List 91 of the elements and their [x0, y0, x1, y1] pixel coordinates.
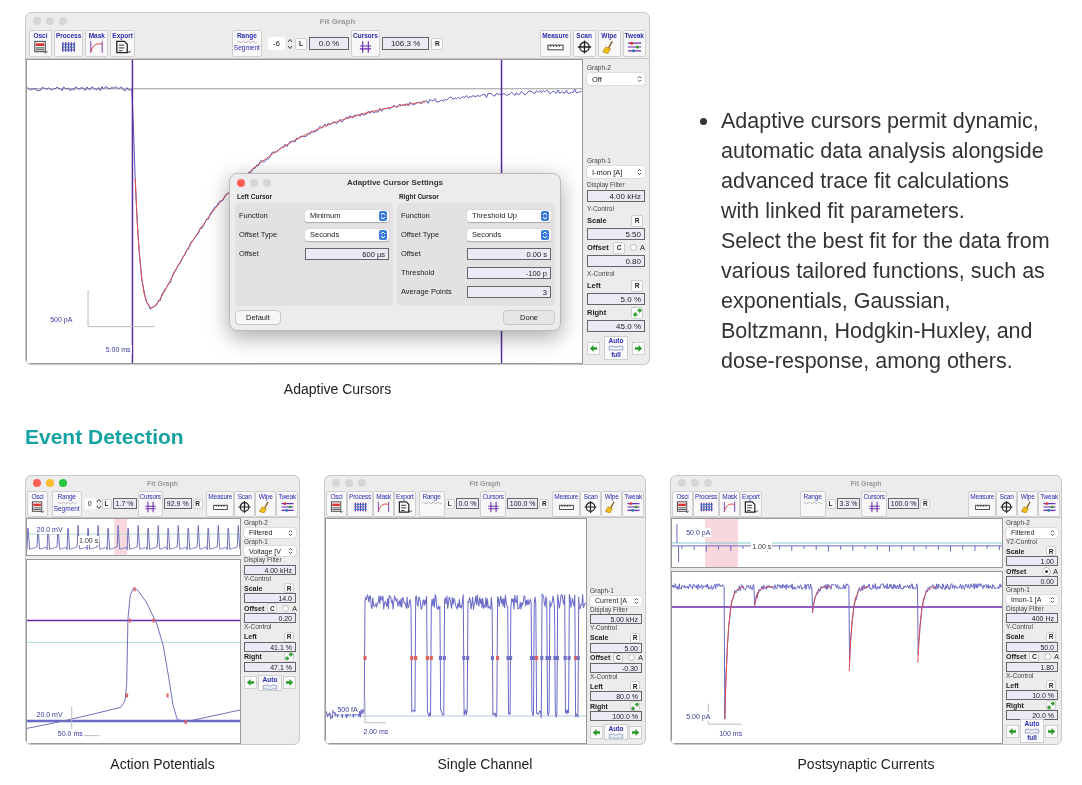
next-button[interactable]: [629, 725, 642, 739]
link-icon: [285, 652, 293, 661]
next-button[interactable]: [283, 676, 296, 689]
link-icon: [1047, 700, 1055, 710]
dialog-title: Adaptive Cursor Settings: [347, 178, 443, 187]
stepper-field[interactable]: -6: [267, 37, 285, 50]
grid-icon: [60, 40, 78, 54]
scale-bar: [364, 697, 387, 724]
fit-curve: [811, 586, 832, 614]
chevron-icon: [288, 547, 293, 555]
oscilloscope-icon: [328, 500, 345, 513]
arrow-left-icon: [589, 343, 598, 353]
value-field[interactable]: 45.0 %: [587, 320, 645, 332]
window-title: Fit Graph: [319, 16, 356, 26]
radio-button[interactable]: [630, 244, 637, 251]
section-heading: Event Detection: [25, 424, 185, 450]
crosshair-icon: [575, 40, 593, 54]
arrow-left-icon: [246, 678, 255, 687]
bullet-icon: [700, 118, 707, 125]
chevron-icon: [541, 210, 549, 221]
arrow-right-icon: [285, 678, 294, 687]
link-icon: [632, 308, 642, 317]
chevron-icon: [634, 596, 639, 605]
event-marker: [496, 655, 500, 660]
arrow-right-icon: [631, 727, 640, 737]
previous-button[interactable]: [1006, 724, 1019, 738]
cursor-line[interactable]: [131, 60, 134, 363]
previous-button[interactable]: [244, 676, 257, 689]
description-text: Select the best fit for the data from various tailored functions, such as exponentials, Gaussian, Boltzmann, Hodgkin-Huxley, and dose-response, among others.: [721, 228, 1050, 375]
next-button[interactable]: [1045, 724, 1058, 738]
value-field[interactable]: 5.0 %: [587, 293, 645, 305]
link-button[interactable]: [631, 306, 643, 319]
chevron-icon: [541, 229, 549, 240]
window-control[interactable]: [46, 479, 54, 487]
value-field[interactable]: 106.3 %: [381, 37, 430, 50]
value-field[interactable]: 5.50: [587, 228, 645, 240]
arrow-left-icon: [592, 727, 601, 737]
figure-caption: Single Channel: [437, 756, 533, 772]
link-icon: [631, 701, 639, 711]
scale-bar: [87, 289, 156, 328]
figure-caption: Postsynaptic Currents: [797, 756, 935, 772]
chevron-icon: [288, 528, 293, 537]
chevron-icon: [637, 168, 642, 176]
book-icon: [261, 683, 279, 690]
next-button[interactable]: [632, 341, 645, 355]
window-control[interactable]: [59, 479, 67, 487]
figure-caption: Adaptive Cursors: [283, 381, 392, 397]
event-marker: [363, 655, 367, 660]
event-marker: [490, 655, 494, 660]
book-icon: [1023, 728, 1041, 734]
radio-button[interactable]: [282, 604, 290, 612]
description-text: Adaptive cursors permit dynamic, automatic data analysis alongside advanced trace fit calculations with linked fit parameters.: [721, 108, 1045, 225]
document-icon: [742, 500, 760, 513]
document-icon: [114, 40, 132, 54]
wave-icon: [801, 500, 824, 505]
radio-button[interactable]: [628, 654, 636, 661]
value-field[interactable]: 4.00 kHz: [587, 190, 645, 202]
previous-button[interactable]: [587, 341, 600, 355]
figure-caption: Action Potentials: [110, 756, 215, 772]
stepper-icon[interactable]: [95, 497, 102, 510]
stepper-icon[interactable]: [287, 37, 293, 50]
chevron-icon: [1050, 528, 1055, 537]
radio-button[interactable]: [1044, 653, 1052, 660]
crosshair-icon: [236, 500, 254, 513]
sliders-icon: [625, 40, 643, 54]
crosshair-icon: [582, 500, 600, 513]
chevron-icon: [379, 229, 387, 240]
fit-curve: [754, 586, 775, 607]
wave-icon: [235, 40, 258, 44]
oscilloscope-icon: [32, 40, 49, 54]
curve-icon: [88, 40, 106, 54]
previous-button[interactable]: [590, 725, 603, 739]
link-button[interactable]: [284, 651, 294, 662]
value-field[interactable]: 0.0 %: [309, 37, 349, 50]
wave-icon: [55, 500, 78, 505]
book-icon: [607, 345, 625, 351]
value-field[interactable]: 0.80: [587, 255, 645, 267]
wave-icon: [420, 500, 443, 505]
oscilloscope-icon: [29, 500, 46, 513]
arrow-right-icon: [1047, 726, 1056, 736]
chevron-icon: [1050, 595, 1055, 604]
window-control[interactable]: [33, 479, 41, 487]
chevron-icon: [379, 210, 387, 221]
arrow-left-icon: [1008, 726, 1017, 736]
document-icon: [396, 500, 414, 513]
oscilloscope-icon: [674, 500, 691, 513]
window-control[interactable]: [237, 178, 245, 187]
chevron-icon: [637, 75, 642, 83]
arrow-right-icon: [634, 343, 643, 353]
book-icon: [607, 733, 625, 739]
crosshair-icon: [998, 500, 1016, 513]
